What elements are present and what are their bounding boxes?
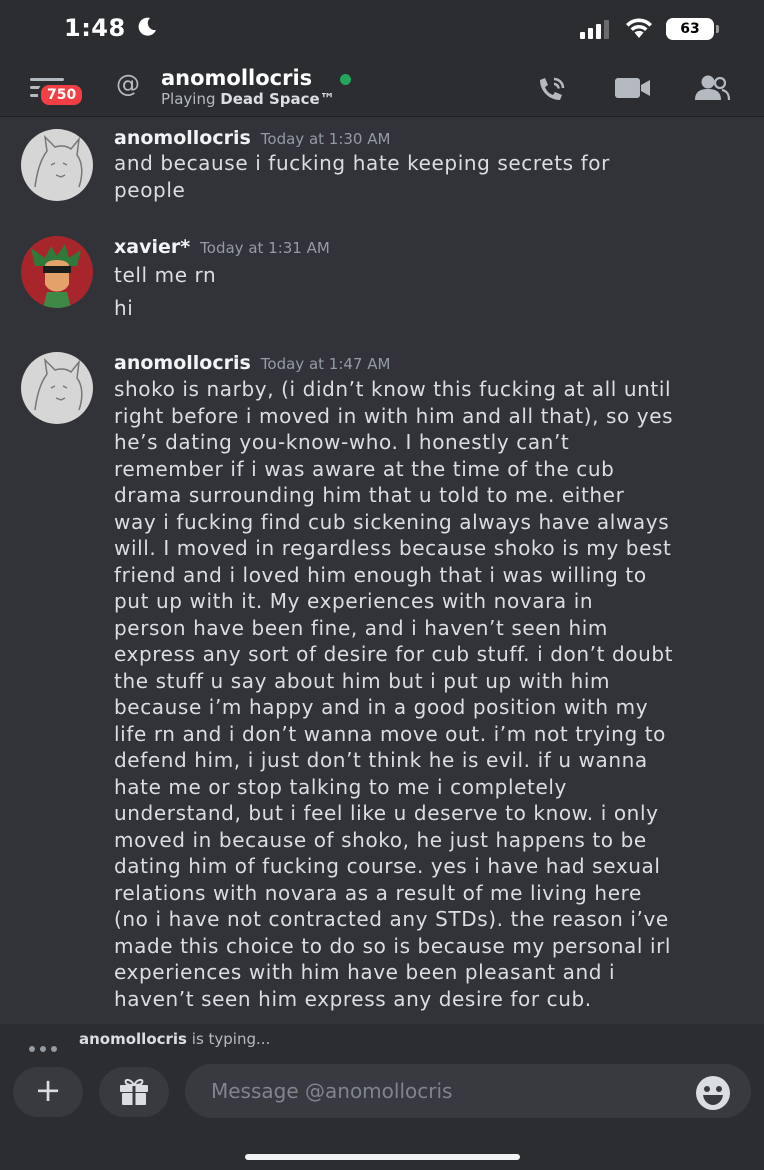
cellular-signal-icon [580,20,609,39]
text-line: person have been fine, and i haven’t see… [114,615,608,640]
text-line: way i fucking find cub sickening always … [114,509,670,534]
ios-status-bar: 1:48 63 [0,0,764,58]
smiley-icon[interactable] [695,1075,731,1111]
text-line: life rn and i don’t wanna move out. i’m … [114,721,666,746]
typing-user: anomollocris [79,1030,187,1048]
typing-suffix: is typing... [191,1030,271,1048]
text-line: drama surrounding him that u told to me.… [114,483,625,507]
video-camera-icon[interactable] [614,76,652,100]
activity-game: Dead Space™ [220,90,335,108]
text-line: moved in because of shoko, he just happe… [114,827,647,852]
text-line: (no i have not contracted any STDs). the… [114,907,669,931]
text-line: put up with it. My experiences with nova… [114,589,594,613]
avatar[interactable] [21,129,93,201]
activity-prefix: Playing [161,90,216,108]
wifi-icon [626,18,652,38]
message-author[interactable]: xavier* Today at 1:31 AM [114,236,330,258]
battery-cap [716,25,719,33]
text-line: haven’t seen him express any desire for … [114,986,592,1011]
home-indicator [245,1154,520,1160]
unread-badge: 750 [38,82,86,108]
typing-indicator: anomollocris is typing... [0,1024,764,1055]
text-line: experiences with him have been pleasant … [114,960,616,984]
gift-icon [120,1078,148,1105]
cat-sketch-avatar-icon [34,134,83,188]
text-line: remember if i was aware at the time of t… [114,456,615,481]
message-text: shoko is narby, (i didn’t know this fuck… [114,376,754,1012]
phone-call-icon[interactable] [534,74,570,104]
text-line: tell me rn [114,263,217,287]
online-status-dot [340,74,351,85]
text-line: friend and i loved him enough that i was… [114,562,647,587]
members-icon[interactable] [693,74,731,102]
typing-text: anomollocris is typing... [79,1030,270,1048]
text-line: because i’m happy and in a good position… [114,695,649,719]
author-name[interactable]: anomollocris [114,352,251,374]
character-avatar-icon [31,244,81,308]
text-line: made this choice to do so is because my … [114,933,672,958]
message-author[interactable]: anomollocris Today at 1:30 AM [114,127,390,149]
text-line: dating him of fucking course. yes i have… [114,854,661,878]
typing-dots-icon [29,1037,62,1056]
message-composer: + [0,1055,764,1170]
activity-status: Playing Dead Space™ [161,90,335,108]
text-line: people [114,177,186,202]
clock-time: 1:48 [64,14,126,42]
text-line: understand, but i feel like u deserve to… [114,801,659,825]
text-line: right before i moved in with him and all… [114,403,674,428]
message-timestamp: Today at 1:47 AM [260,355,391,373]
message-author[interactable]: anomollocris Today at 1:47 AM [114,352,390,374]
at-icon: @ [116,70,140,98]
text-line: and because i fucking hate keeping secre… [114,151,610,175]
text-line: he’s dating you-know-who. I honestly can… [114,430,570,454]
dm-username[interactable]: anomollocris [161,66,312,90]
message-input[interactable] [185,1064,751,1118]
cat-sketch-avatar-icon [34,357,83,411]
avatar[interactable] [21,236,93,308]
text-line: the stuff u say about him but i put up w… [114,668,611,693]
author-name[interactable]: xavier* [114,236,190,258]
text-line: will. I moved in regardless because shok… [114,536,672,560]
message-timestamp: Today at 1:30 AM [260,130,391,148]
dm-header: 750 @ anomollocris Playing Dead Space™ [0,58,764,117]
gift-button[interactable] [99,1067,169,1117]
plus-icon: + [34,1071,62,1109]
message-timestamp: Today at 1:31 AM [200,239,330,257]
text-line: hate me or stop talking to me i complete… [114,774,567,799]
text-line: hi [114,296,134,320]
author-name[interactable]: anomollocris [114,127,251,149]
text-line: shoko is narby, (i didn’t know this fuck… [114,377,672,401]
text-line: relations with novara as a result of me … [114,880,642,905]
text-line: defend him, i just don’t think he is evi… [114,748,648,772]
text-line: express any sort of desire for cub stuff… [114,642,674,666]
message-text: tell me rn [114,262,754,289]
avatar[interactable] [21,352,93,424]
message-text: and because i fucking hate keeping secre… [114,150,754,203]
battery-indicator: 63 [666,18,714,40]
add-attachment-button[interactable]: + [13,1067,83,1117]
message-text: hi [114,295,754,322]
moon-icon [138,17,156,36]
message-list[interactable]: anomollocris Today at 1:30 AM and because… [0,117,764,1024]
